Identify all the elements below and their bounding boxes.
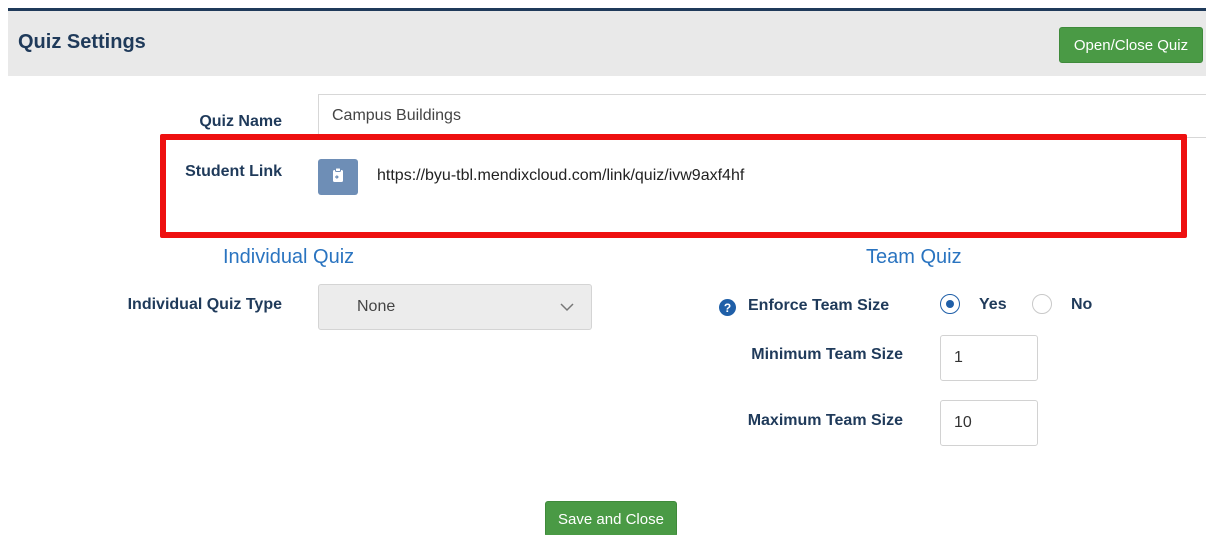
- enforce-yes-radio[interactable]: [940, 294, 960, 314]
- team-quiz-title: Team Quiz: [866, 246, 962, 268]
- maximum-team-size-input[interactable]: [940, 400, 1038, 446]
- page-title: Quiz Settings: [18, 31, 146, 53]
- chevron-down-icon: [559, 299, 575, 320]
- quiz-name-label: Quiz Name: [199, 113, 282, 130]
- enforce-no-label[interactable]: No: [1071, 296, 1092, 314]
- minimum-team-size-label: Minimum Team Size: [751, 346, 903, 363]
- select-value: None: [357, 298, 396, 315]
- open-close-quiz-button[interactable]: Open/Close Quiz: [1059, 27, 1203, 63]
- maximum-team-size-label: Maximum Team Size: [747, 412, 903, 429]
- enforce-yes-label[interactable]: Yes: [979, 296, 1007, 314]
- enforce-no-radio[interactable]: [1032, 294, 1052, 314]
- question-circle-icon[interactable]: ?: [719, 299, 736, 316]
- highlight-box: [160, 134, 1187, 238]
- individual-quiz-title: Individual Quiz: [223, 246, 355, 268]
- save-and-close-button[interactable]: Save and Close: [545, 501, 677, 535]
- minimum-team-size-input[interactable]: [940, 335, 1038, 381]
- individual-quiz-type-select[interactable]: None: [318, 284, 592, 330]
- header-bar: Quiz Settings: [8, 11, 1206, 76]
- individual-quiz-type-label: Individual Quiz Type: [127, 296, 282, 313]
- quiz-name-input[interactable]: [318, 94, 1206, 138]
- enforce-team-size-label: Enforce Team Size: [748, 297, 890, 314]
